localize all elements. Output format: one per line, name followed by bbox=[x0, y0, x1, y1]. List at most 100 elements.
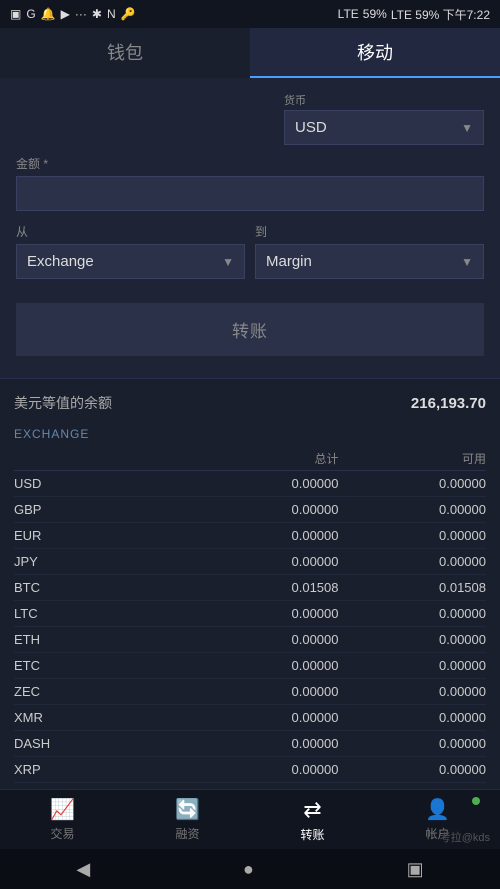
td-available-XMR: 0.00000 bbox=[339, 710, 487, 725]
top-tab-bar: 钱包 移动 bbox=[0, 28, 500, 78]
td-currency-ETH: ETH bbox=[14, 632, 191, 647]
watermark: 考拉@kds bbox=[440, 829, 490, 845]
table-row: ETC 0.00000 0.00000 bbox=[14, 653, 486, 679]
system-nav: ◀ ● ▣ bbox=[0, 849, 500, 889]
transfer-label: 转账 bbox=[300, 826, 324, 843]
form-area: 货币 USD ▼ 金额 * 从 Exchange ▼ 到 Margin ▼ bbox=[0, 78, 500, 378]
table-row: EUR 0.00000 0.00000 bbox=[14, 523, 486, 549]
from-label: 从 bbox=[16, 223, 245, 240]
account-icon: 👤 bbox=[425, 797, 450, 822]
account-online-dot bbox=[472, 797, 480, 805]
table-row: ZEC 0.00000 0.00000 bbox=[14, 679, 486, 705]
nav-fund[interactable]: 🔄 融资 bbox=[125, 797, 250, 842]
td-total-JPY: 0.00000 bbox=[191, 554, 339, 569]
to-label: 到 bbox=[255, 223, 484, 240]
back-button[interactable]: ◀ bbox=[76, 859, 90, 880]
th-available: 可用 bbox=[339, 450, 487, 467]
app-icon-7: N bbox=[107, 7, 116, 21]
transfer-btn-row: 转账 bbox=[16, 293, 484, 360]
balance-label: 美元等值的余额 bbox=[14, 393, 112, 413]
td-available-ETH: 0.00000 bbox=[339, 632, 487, 647]
table-row: DASH 0.00000 0.00000 bbox=[14, 731, 486, 757]
recents-button[interactable]: ▣ bbox=[407, 859, 424, 880]
th-total: 总计 bbox=[191, 450, 339, 467]
td-total-GBP: 0.00000 bbox=[191, 502, 339, 517]
td-total-XRP: 0.00000 bbox=[191, 762, 339, 777]
amount-row: 金额 * bbox=[16, 155, 484, 211]
td-total-EUR: 0.00000 bbox=[191, 528, 339, 543]
currency-value: USD bbox=[295, 119, 327, 136]
currency-row: 货币 USD ▼ bbox=[16, 92, 484, 145]
td-currency-LTC: LTC bbox=[14, 606, 191, 621]
td-currency-XRP: XRP bbox=[14, 762, 191, 777]
nav-trade[interactable]: 📈 交易 bbox=[0, 797, 125, 842]
from-value: Exchange bbox=[27, 253, 94, 270]
td-available-EUR: 0.00000 bbox=[339, 528, 487, 543]
th-currency bbox=[14, 450, 191, 467]
currency-select-wrapper: 货币 USD ▼ bbox=[284, 92, 484, 145]
time-display: LTE 59% 下午7:22 bbox=[391, 6, 490, 23]
td-currency-ETC: ETC bbox=[14, 658, 191, 673]
td-total-DASH: 0.00000 bbox=[191, 736, 339, 751]
app-icon-6: ✱ bbox=[92, 7, 102, 21]
td-currency-GBP: GBP bbox=[14, 502, 191, 517]
td-total-USD: 0.00000 bbox=[191, 476, 339, 491]
amount-input[interactable] bbox=[16, 176, 484, 211]
td-currency-DASH: DASH bbox=[14, 736, 191, 751]
fund-icon: 🔄 bbox=[175, 797, 200, 822]
currency-arrow-icon: ▼ bbox=[461, 121, 473, 135]
td-available-DASH: 0.00000 bbox=[339, 736, 487, 751]
table-row: GBP 0.00000 0.00000 bbox=[14, 497, 486, 523]
tab-wallet[interactable]: 钱包 bbox=[0, 28, 250, 78]
to-arrow-icon: ▼ bbox=[461, 255, 473, 269]
fund-label: 融资 bbox=[175, 825, 199, 842]
transfer-icon: ⇄ bbox=[303, 797, 321, 823]
battery-icon: 59% bbox=[363, 7, 387, 21]
to-value: Margin bbox=[266, 253, 312, 270]
trade-label: 交易 bbox=[50, 825, 74, 842]
to-wrap: 到 Margin ▼ bbox=[255, 223, 484, 279]
td-currency-ZEC: ZEC bbox=[14, 684, 191, 699]
network-icon: LTE bbox=[338, 7, 359, 21]
from-select[interactable]: Exchange ▼ bbox=[16, 244, 245, 279]
td-total-ETH: 0.00000 bbox=[191, 632, 339, 647]
app-icon-8: 🔑 bbox=[121, 7, 136, 21]
nav-transfer[interactable]: ⇄ 转账 bbox=[250, 797, 375, 843]
from-arrow-icon: ▼ bbox=[222, 255, 234, 269]
td-currency-EUR: EUR bbox=[14, 528, 191, 543]
app-icon-4: ▶ bbox=[61, 7, 70, 21]
app-icon-2: G bbox=[26, 7, 35, 21]
td-available-USD: 0.00000 bbox=[339, 476, 487, 491]
status-bar: ▣ G 🔔 ▶ ··· ✱ N 🔑 LTE 59% LTE 59% 下午7:22 bbox=[0, 0, 500, 28]
td-available-BTC: 0.01508 bbox=[339, 580, 487, 595]
td-total-BTC: 0.01508 bbox=[191, 580, 339, 595]
table-row: JPY 0.00000 0.00000 bbox=[14, 549, 486, 575]
from-wrap: 从 Exchange ▼ bbox=[16, 223, 245, 279]
td-available-XRP: 0.00000 bbox=[339, 762, 487, 777]
td-currency-BTC: BTC bbox=[14, 580, 191, 595]
td-available-ETC: 0.00000 bbox=[339, 658, 487, 673]
transfer-button[interactable]: 转账 bbox=[16, 303, 484, 356]
table-row: USD 0.00000 0.00000 bbox=[14, 471, 486, 497]
tab-mobile[interactable]: 移动 bbox=[250, 28, 500, 78]
amount-label: 金额 * bbox=[16, 155, 484, 172]
to-select[interactable]: Margin ▼ bbox=[255, 244, 484, 279]
trade-icon: 📈 bbox=[50, 797, 75, 822]
td-total-ZEC: 0.00000 bbox=[191, 684, 339, 699]
table-section: EXCHANGE 总计 可用 USD 0.00000 0.00000 GBP 0… bbox=[0, 421, 500, 783]
app-icon-5: ··· bbox=[75, 7, 87, 21]
app-icon-3: 🔔 bbox=[41, 7, 56, 21]
app-icon-1: ▣ bbox=[10, 7, 21, 21]
td-currency-XMR: XMR bbox=[14, 710, 191, 725]
status-left-icons: ▣ G 🔔 ▶ ··· ✱ N 🔑 bbox=[10, 7, 136, 21]
table-row: BTC 0.01508 0.01508 bbox=[14, 575, 486, 601]
home-button[interactable]: ● bbox=[243, 859, 254, 880]
from-to-row: 从 Exchange ▼ 到 Margin ▼ bbox=[16, 223, 484, 279]
td-currency-JPY: JPY bbox=[14, 554, 191, 569]
exchange-group-label: EXCHANGE bbox=[14, 421, 486, 444]
td-currency-USD: USD bbox=[14, 476, 191, 491]
currency-select[interactable]: USD ▼ bbox=[284, 110, 484, 145]
amount-field-wrap: 金额 * bbox=[16, 155, 484, 211]
table-row: LTC 0.00000 0.00000 bbox=[14, 601, 486, 627]
td-available-ZEC: 0.00000 bbox=[339, 684, 487, 699]
